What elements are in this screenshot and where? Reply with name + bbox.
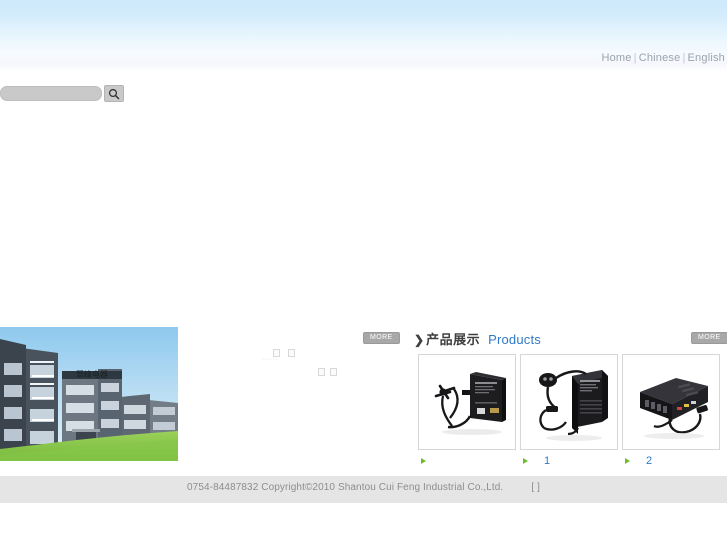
chevron-right-icon: ❯ [414, 333, 425, 347]
product-caption-3[interactable]: 2 [622, 455, 720, 467]
section-title-cn: 产品展示 [426, 332, 481, 347]
product-thumbnail-2[interactable] [520, 354, 618, 450]
product-cell [418, 354, 516, 467]
section-title-en: Products [488, 332, 541, 347]
arrow-bullet-icon [421, 458, 426, 464]
search-icon [108, 88, 120, 100]
product-cell: 2 [622, 354, 720, 467]
top-navigation: Home | Chinese | English [601, 52, 725, 64]
footer-copyright-text: 0754-84487832 Copyright©2010 Shantou Cui… [187, 482, 504, 493]
broken-image-artifact-4 [330, 368, 337, 376]
product-label: 1 [544, 455, 551, 467]
product-thumbnail-3[interactable] [622, 354, 720, 450]
nav-separator-1: | [633, 52, 637, 64]
footer-brackets: [ ] [531, 482, 540, 493]
arrow-bullet-icon [625, 458, 630, 464]
product-label: 2 [646, 455, 653, 467]
artifact-text-1: ▫▫▫ ▫▫▫ ▫▫▫ [262, 357, 278, 361]
factory-building-photo: 翠峰电器 [0, 327, 178, 461]
search-input[interactable] [0, 86, 102, 101]
product-grid: 1 2 [418, 354, 720, 467]
product-caption-1[interactable] [418, 455, 516, 467]
nav-separator-2: | [682, 52, 686, 64]
nav-link-chinese[interactable]: Chinese [639, 52, 681, 64]
broken-image-artifact-3 [318, 368, 325, 376]
product-cell: 1 [520, 354, 618, 467]
nav-link-home[interactable]: Home [601, 52, 631, 64]
nav-link-english[interactable]: English [688, 52, 725, 64]
products-section-heading: ❯ 产品展示 Products [414, 329, 541, 348]
broken-image-artifact-2 [288, 349, 295, 357]
arrow-bullet-icon [523, 458, 528, 464]
product-caption-2[interactable]: 1 [520, 455, 618, 467]
broken-image-artifact-1 [273, 349, 280, 357]
more-button-right[interactable]: MORE [691, 332, 727, 344]
more-button-left[interactable]: MORE [363, 332, 400, 344]
search-bar [0, 85, 124, 102]
svg-text:翠峰电器: 翠峰电器 [76, 369, 108, 379]
footer-copyright: 0754-84487832 Copyright©2010 Shantou Cui… [0, 482, 727, 493]
search-button[interactable] [104, 85, 124, 102]
product-thumbnail-1[interactable] [418, 354, 516, 450]
